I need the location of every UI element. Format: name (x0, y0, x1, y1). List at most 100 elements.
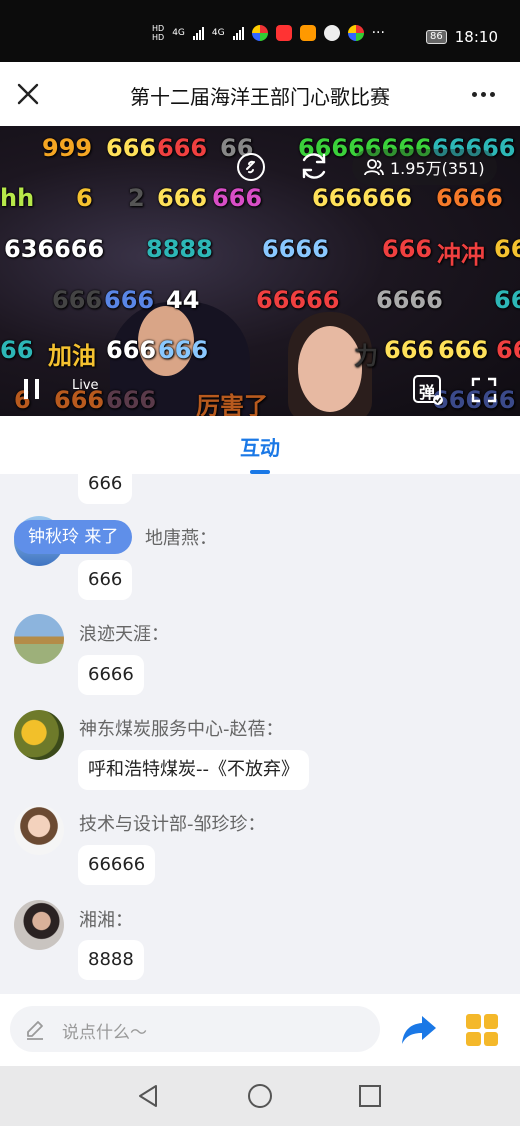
chat-message-bubble: 8888 (78, 940, 144, 980)
danmaku-item: 6666 (436, 184, 503, 212)
app-root: HD HD 4G 4G ··· 86 18:10 第十二届海洋王部门心歌比赛 9… (0, 0, 520, 1126)
fullscreen-button[interactable] (470, 376, 498, 404)
chat-message-bubble: 666 (78, 474, 133, 504)
danmaku-item: hh (0, 184, 35, 212)
danmaku-item: 666666 (312, 184, 413, 212)
chat-message-bubble: 666 (78, 560, 133, 600)
share-button[interactable] (400, 1012, 438, 1046)
danmaku-item: 66666 (256, 286, 340, 314)
back-triangle-icon (139, 1085, 157, 1107)
more-menu-button[interactable] (472, 84, 498, 104)
pause-button[interactable] (20, 376, 44, 402)
chat-message-bubble: 6666 (78, 655, 144, 695)
avatar[interactable] (14, 614, 64, 664)
danmaku-item: 666 (158, 336, 209, 364)
danmaku-toggle-button[interactable]: 弹 (412, 374, 444, 406)
live-label: Live (72, 378, 99, 393)
danmaku-item: 666 (157, 184, 208, 212)
page-title: 第十二届海洋王部门心歌比赛 (130, 85, 390, 109)
clock: 18:10 (454, 28, 498, 46)
pencil-icon (24, 1019, 46, 1045)
nav-back-button[interactable] (134, 1082, 162, 1110)
battery-icon: 86 (426, 30, 447, 44)
network-2-label: 4G (211, 28, 225, 38)
chat-message-bubble: 呼和浩特煤炭--《不放弃》 (78, 750, 309, 790)
status-icons-right: 86 18:10 (426, 28, 498, 46)
link-icon (237, 153, 265, 181)
close-button[interactable] (14, 80, 42, 108)
danmaku-item: 999 (42, 134, 93, 162)
refresh-icon (302, 153, 326, 179)
danmaku-item: 666 (212, 184, 263, 212)
danmaku-item: 6 (76, 184, 93, 212)
danmaku-item: 加油 (48, 342, 96, 370)
danmaku-item: 2 (128, 184, 145, 212)
wechat-icon (323, 25, 340, 41)
weibo-icon (275, 25, 292, 41)
grid-cell-icon (466, 1031, 481, 1046)
danmaku-item: 66 (0, 336, 34, 364)
grid-cell-icon (483, 1031, 498, 1046)
chat-list[interactable]: 666 地唐燕： 666 钟秋玲 来了 浪迹天涯： 6666 神东煤炭服务中心-… (0, 474, 520, 994)
more-dot-icon (481, 91, 486, 97)
danmaku-item: 666 (382, 235, 433, 263)
chat-nickname: 神东煤炭服务中心-赵蓓： (79, 719, 284, 740)
nav-recents-button[interactable] (356, 1082, 384, 1110)
more-dot-icon (472, 91, 477, 97)
tab-bar: 互动 (0, 416, 520, 474)
live-video-player[interactable]: 999 666 666 66 66666666 66666 hh 6 2 666… (0, 126, 520, 416)
pip-button[interactable] (236, 152, 266, 182)
refresh-button[interactable] (298, 150, 330, 182)
share-arrow-icon (402, 1016, 436, 1044)
chat-nickname: 技术与设计部-邹珍珍： (79, 814, 266, 835)
danmaku-item: 66 (494, 235, 520, 263)
chat-nickname: 湘湘： (79, 910, 133, 931)
viewer-count-badge: 1.95万(351) (352, 149, 497, 185)
danmaku-item: 666 (438, 336, 489, 364)
more-features-button[interactable] (466, 1014, 498, 1046)
comment-input-placeholder: 说点什么～ (62, 1023, 147, 1043)
chat-nickname: 地唐燕： (145, 528, 217, 549)
pause-icon (24, 379, 39, 399)
danmaku-item: 66 (494, 286, 520, 314)
system-nav-bar (0, 1066, 520, 1126)
home-circle-icon (248, 1084, 272, 1108)
viewer-count: 1.95万(351) (390, 159, 485, 178)
more-dot-icon (490, 91, 495, 97)
avatar[interactable] (14, 710, 64, 760)
danmaku-toggle-label: 弹 (419, 383, 436, 402)
more-notifications-label: ··· (371, 25, 385, 41)
grid-cell-icon (466, 1014, 481, 1029)
recents-square-icon (359, 1085, 381, 1107)
close-icon (17, 83, 39, 105)
grid-cell-icon (483, 1014, 498, 1029)
danmaku-item: 666 (106, 336, 157, 364)
app-notify-icon-3 (347, 25, 364, 41)
status-bar: HD HD 4G 4G ··· 86 18:10 (0, 0, 520, 62)
danmaku-item: 666 (106, 386, 157, 414)
nav-home-button[interactable] (246, 1082, 274, 1110)
avatar[interactable] (14, 805, 64, 855)
app-notify-icon-1 (251, 25, 268, 41)
status-icons-left: HD HD 4G 4G ··· (152, 24, 385, 42)
signal-2-icon (232, 26, 244, 40)
app-notify-icon-2 (299, 25, 316, 41)
chat-message-bubble: 66666 (78, 845, 156, 885)
join-notification: 钟秋玲 来了 (14, 520, 133, 554)
danmaku-item: 666 (384, 336, 435, 364)
danmaku-item: 8888 (146, 235, 213, 263)
danmaku-item: 66 (496, 336, 520, 364)
network-1-label: 4G (172, 28, 185, 38)
danmaku-item: 6666 (262, 235, 329, 263)
title-bar: 第十二届海洋王部门心歌比赛 (0, 62, 520, 126)
tab-interaction[interactable]: 互动 (0, 432, 520, 461)
fullscreen-icon (471, 377, 497, 403)
people-icon (364, 159, 384, 176)
danmaku-item: 厉害了 (196, 392, 268, 416)
danmaku-item: 6666 (376, 286, 443, 314)
danmaku-item: 636666 (4, 235, 105, 263)
avatar[interactable] (14, 900, 64, 950)
danmaku-item: 666 (157, 134, 208, 162)
signal-1-icon (192, 26, 204, 40)
chat-nickname: 浪迹天涯： (79, 624, 169, 645)
